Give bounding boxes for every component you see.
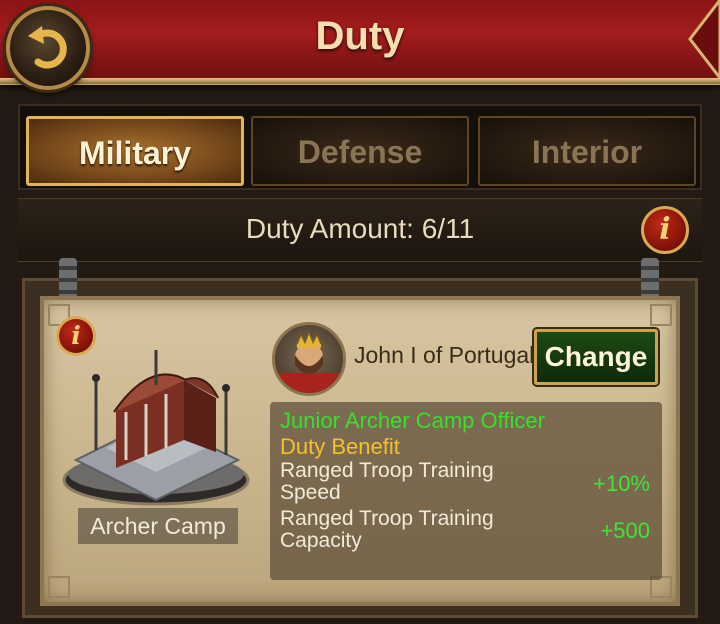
benefit-value: +10%: [593, 471, 650, 496]
king-portrait-icon: [275, 331, 343, 393]
tab-military[interactable]: Military: [26, 116, 244, 186]
duty-amount-bar: Duty Amount: 6/11: [18, 198, 702, 262]
back-button[interactable]: [6, 6, 90, 90]
building-name-label: Archer Camp: [78, 508, 238, 544]
officer-avatar[interactable]: [272, 322, 346, 396]
chain-right-decoration: [641, 258, 659, 298]
archer-camp-building-image[interactable]: [56, 340, 256, 510]
tab-defense[interactable]: Defense: [251, 116, 469, 186]
officer-name: John I of Portugal: [354, 342, 535, 368]
page-title: Duty: [315, 14, 405, 58]
corner-ornament: [650, 304, 672, 326]
officer-rank-title: Junior Archer Camp Officer: [280, 408, 545, 433]
benefit-panel: Junior Archer Camp Officer Duty Benefit …: [270, 402, 662, 580]
tab-bar: Military Defense Interior: [18, 104, 702, 190]
info-icon: i: [659, 212, 671, 247]
duty-amount-text: Duty Amount: 6/11: [245, 213, 475, 244]
benefit-value: +500: [600, 518, 650, 543]
change-officer-button[interactable]: Change: [534, 329, 658, 385]
chain-left-decoration: [59, 258, 77, 298]
duty-info-button[interactable]: i: [641, 206, 689, 254]
benefit-heading: Duty Benefit: [280, 434, 400, 459]
tab-interior[interactable]: Interior: [478, 116, 696, 186]
back-arrow-icon: [28, 26, 67, 69]
corner-chevron-decoration: [688, 0, 720, 78]
header-trim: [0, 78, 720, 84]
corner-ornament: [48, 576, 70, 598]
header-bar: Duty: [0, 0, 720, 85]
benefit-name: Ranged Troop Training Speed: [280, 459, 494, 504]
benefit-name: Ranged Troop Training Capacity: [280, 507, 494, 552]
